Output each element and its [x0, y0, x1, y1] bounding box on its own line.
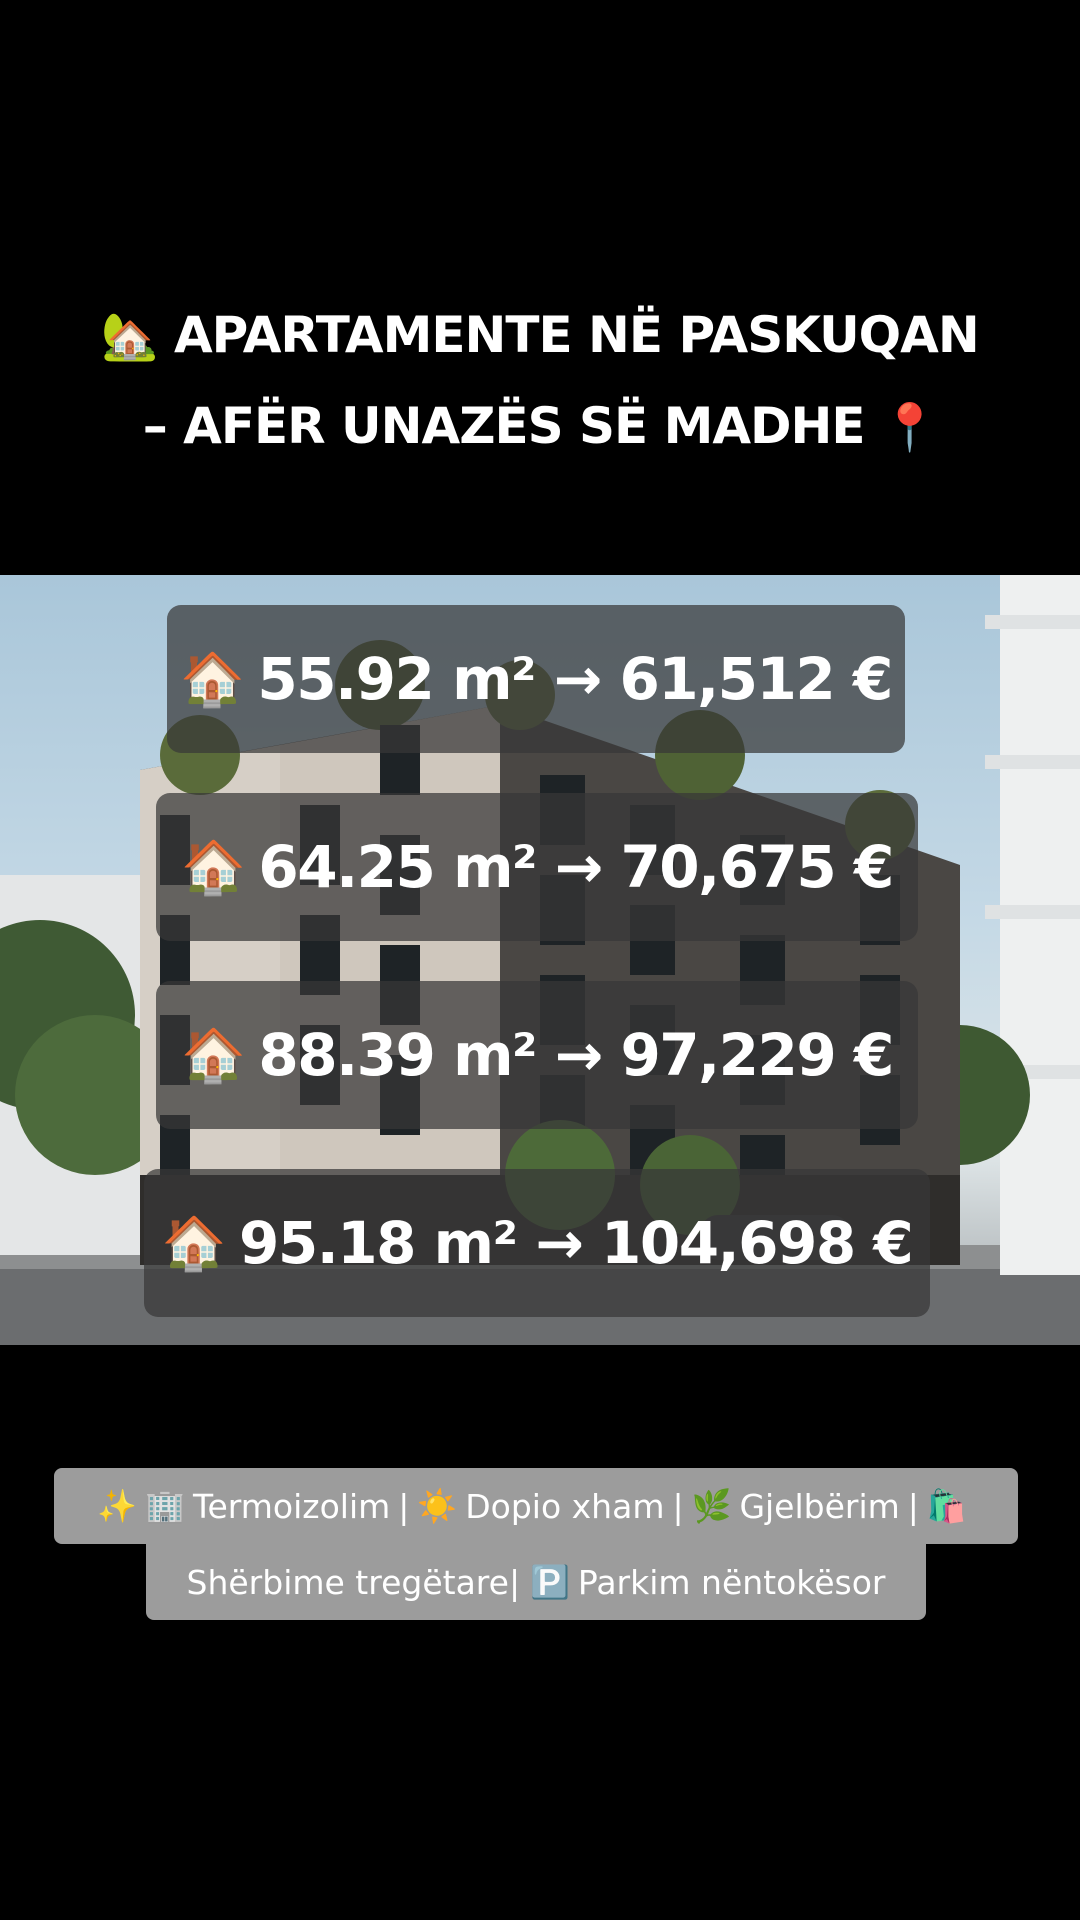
- features-row-2: Shërbime tregëtare| 🅿️ Parkim nëntokësor: [146, 1544, 926, 1620]
- house-icon: 🏠: [181, 837, 246, 898]
- arrow-icon: →: [554, 1021, 604, 1089]
- listing-price: 97,229 €: [620, 1021, 894, 1089]
- headline-line-2: – AFËR UNAZËS SË MADHE 📍: [0, 381, 1080, 472]
- listing-area: 88.39 m²: [258, 1021, 537, 1089]
- sun-icon: ☀️: [417, 1487, 458, 1525]
- listing-price: 70,675 €: [620, 833, 894, 901]
- separator: |: [672, 1486, 684, 1526]
- arrow-icon: →: [554, 833, 604, 901]
- location-pin-icon: 📍: [880, 400, 938, 454]
- features-row-1: ✨ 🏢 Termoizolim | ☀️ Dopio xham | 🌿 Gjel…: [54, 1468, 1018, 1544]
- sparkles-icon: ✨: [97, 1487, 138, 1525]
- feature-label: Gjelbërim: [739, 1486, 900, 1526]
- headline-text-1: APARTAMENTE NË PASKUQAN: [173, 306, 980, 364]
- shopping-bags-icon: 🛍️: [926, 1487, 967, 1525]
- herb-icon: 🌿: [691, 1487, 732, 1525]
- house-icon: 🏠: [161, 1213, 227, 1274]
- listing-row: 🏠 88.39 m² → 97,229 €: [156, 981, 918, 1129]
- feature-label: Shërbime tregëtare|: [186, 1562, 521, 1602]
- headline-text-2: – AFËR UNAZËS SË MADHE: [142, 397, 866, 455]
- listing-price: 61,512 €: [619, 645, 893, 713]
- arrow-icon: →: [535, 1209, 584, 1277]
- house-icon: 🏠: [181, 1025, 246, 1086]
- listing-area: 64.25 m²: [258, 833, 537, 901]
- feature-label: Parkim nëntokësor: [577, 1562, 886, 1602]
- parking-icon: 🅿️: [530, 1563, 570, 1601]
- listing-area: 55.92 m²: [257, 645, 536, 713]
- feature-label: Termoizolim: [192, 1486, 391, 1526]
- separator: |: [907, 1486, 919, 1526]
- listing-area: 95.18 m²: [239, 1209, 518, 1277]
- house-garden-icon: 🏡: [101, 309, 158, 363]
- listing-row: 🏠 64.25 m² → 70,675 €: [156, 793, 918, 941]
- headline-line-1: 🏡 APARTAMENTE NË PASKUQAN: [0, 290, 1080, 381]
- listing-price: 104,698 €: [601, 1209, 914, 1277]
- feature-label: Dopio xham: [465, 1486, 665, 1526]
- arrow-icon: →: [553, 645, 603, 713]
- building-render-image: 🏠 55.92 m² → 61,512 € 🏠 64.25 m² → 70,67…: [0, 575, 1080, 1345]
- listing-row: 🏠 55.92 m² → 61,512 €: [167, 605, 905, 753]
- house-icon: 🏠: [180, 649, 245, 710]
- office-building-icon: 🏢: [145, 1487, 185, 1525]
- separator: |: [398, 1486, 410, 1526]
- listing-row: 🏠 95.18 m² → 104,698 €: [144, 1169, 930, 1317]
- headline: 🏡 APARTAMENTE NË PASKUQAN – AFËR UNAZËS …: [0, 290, 1080, 472]
